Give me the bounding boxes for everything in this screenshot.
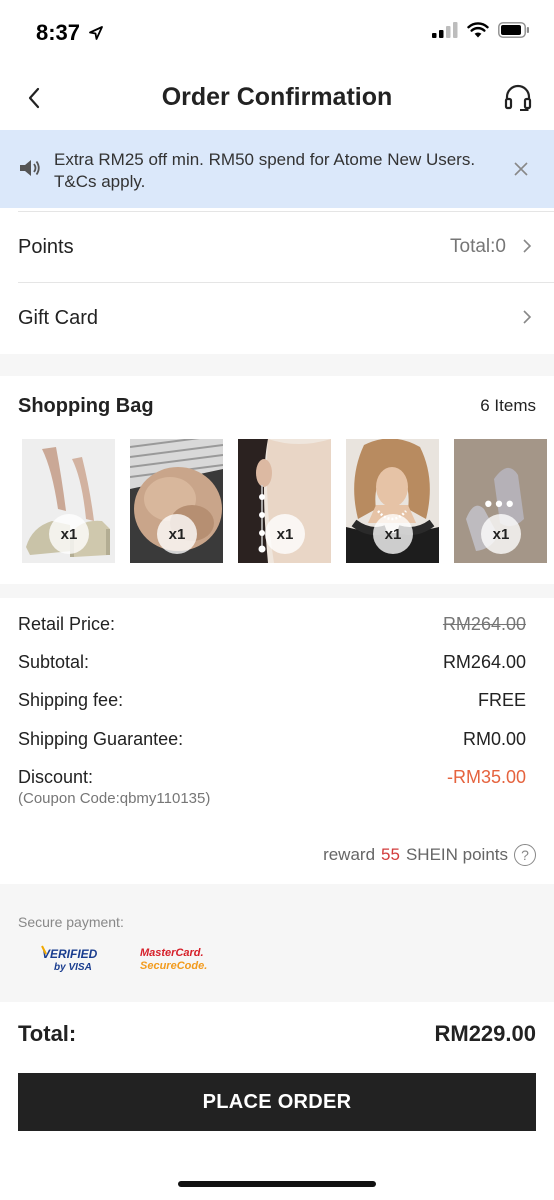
- product-thumb-pearl-necklace[interactable]: x1: [346, 439, 439, 563]
- shopping-bag-title: Shopping Bag: [18, 395, 154, 417]
- shipping-fee-row: Shipping fee: FREE: [18, 690, 536, 716]
- gift-card-row[interactable]: Gift Card: [0, 283, 554, 353]
- product-thumbnails: x1 x1 x1 x1 ••• x1: [22, 439, 554, 563]
- discount-label: Discount:: [18, 767, 94, 787]
- reward-points: reward 55 SHEIN points ?: [323, 844, 536, 866]
- mastercard-securecode-logo: MasterCard. SecureCode.: [140, 947, 207, 972]
- points-label: Points: [18, 236, 74, 258]
- reward-suffix: SHEIN points: [405, 845, 508, 864]
- customer-support-button[interactable]: [500, 80, 536, 116]
- help-icon[interactable]: ?: [514, 844, 536, 866]
- quantity-badge: x1: [265, 514, 305, 554]
- verified-by-visa-logo: VERIFIED by VISA: [41, 945, 98, 973]
- headset-icon: [504, 84, 532, 111]
- product-thumb-pearl-drop-earrings[interactable]: x1: [238, 439, 331, 563]
- secure-payment-section: Secure payment: VERIFIED by VISA MasterC…: [0, 884, 554, 1002]
- subtotal-value: RM264.00: [442, 652, 526, 672]
- reward-points-value: 55: [381, 845, 400, 864]
- section-gap: [0, 354, 554, 376]
- shipping-guarantee-value: RM0.00: [462, 729, 526, 749]
- gift-card-label: Gift Card: [18, 307, 99, 329]
- quantity-badge: x1: [49, 514, 89, 554]
- secure-payment-label: Secure payment:: [18, 914, 124, 930]
- shipping-fee-label: Shipping fee:: [18, 690, 124, 710]
- quantity-badge: x1: [373, 514, 413, 554]
- retail-price-row: Retail Price: RM264.00: [18, 614, 536, 640]
- by-visa-text: by VISA: [54, 962, 92, 973]
- promo-close-button[interactable]: [510, 158, 532, 180]
- product-thumb-lace-gloves[interactable]: ••• x1: [454, 439, 547, 563]
- subtotal-row: Subtotal: RM264.00: [18, 652, 536, 678]
- coupon-code: (Coupon Code:qbmy110135): [18, 790, 211, 807]
- speaker-icon: [20, 160, 40, 176]
- verified-text: VERIFIED: [42, 947, 98, 961]
- quantity-badge: x1: [157, 514, 197, 554]
- shipping-fee-value: FREE: [477, 690, 526, 710]
- total-label: Total:: [18, 1021, 77, 1046]
- shopping-bag-count: 6 Items: [480, 396, 536, 415]
- chevron-right-icon: [523, 239, 532, 253]
- discount-value: -RM35.00: [446, 767, 526, 787]
- promo-text: Extra RM25 off min. RM50 spend for Atome…: [54, 150, 476, 191]
- status-bar: 8:37: [0, 0, 554, 66]
- close-icon: [514, 162, 528, 176]
- home-indicator[interactable]: [178, 1181, 376, 1187]
- quantity-badge: x1: [481, 514, 521, 554]
- total-value: RM229.00: [434, 1021, 536, 1046]
- points-row[interactable]: Points Total:0: [0, 212, 554, 282]
- shipping-guarantee-label: Shipping Guarantee:: [18, 729, 184, 749]
- wifi-icon: [467, 22, 489, 38]
- chevron-right-icon: [523, 310, 532, 324]
- mastercard-text: MasterCard.: [140, 947, 204, 959]
- promo-banner: Extra RM25 off min. RM50 spend for Atome…: [0, 130, 554, 208]
- points-total: Total:0: [450, 236, 506, 257]
- status-icons: [432, 22, 530, 38]
- product-thumb-faux-fur-bag[interactable]: x1: [130, 439, 223, 563]
- location-arrow-icon: [89, 26, 103, 40]
- product-thumb-heeled-sandals[interactable]: x1: [22, 439, 115, 563]
- retail-price-label: Retail Price:: [18, 614, 116, 634]
- retail-price-value: RM264.00: [442, 614, 526, 634]
- battery-icon: [498, 22, 529, 38]
- shipping-guarantee-row: Shipping Guarantee: RM0.00: [18, 729, 536, 755]
- securecode-text: SecureCode.: [140, 960, 207, 972]
- section-gap: [0, 584, 554, 598]
- cellular-signal-icon: [432, 22, 458, 38]
- subtotal-label: Subtotal:: [18, 652, 90, 672]
- place-order-button[interactable]: PLACE ORDER: [18, 1073, 536, 1131]
- status-time: 8:37: [36, 20, 81, 45]
- page-title: Order Confirmation: [161, 83, 393, 111]
- nav-bar: Order Confirmation: [0, 66, 554, 130]
- reward-prefix: reward: [323, 845, 376, 864]
